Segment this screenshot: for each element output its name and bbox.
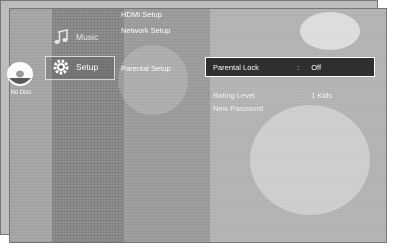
setting-label: New Password: [213, 104, 264, 113]
background-shape: [300, 12, 360, 50]
setting-value: 1 Kids: [311, 91, 333, 100]
setting-row-new-password[interactable]: New Password: [213, 104, 295, 113]
submenu-network-setup[interactable]: Network Setup: [121, 26, 170, 35]
setting-row-rating-level[interactable]: Rating Level : 1 Kids: [213, 91, 332, 100]
setting-label: Rating Level: [213, 91, 255, 100]
category-label: Music: [76, 32, 99, 42]
music-note-icon: [54, 29, 68, 44]
submenu-hdmi-setup[interactable]: HDMI Setup: [121, 10, 162, 19]
setting-separator: :: [297, 91, 300, 100]
submenu-column: [124, 9, 210, 242]
disc-column: [10, 9, 52, 242]
category-label: Setup: [76, 62, 99, 72]
setting-value: Off: [311, 63, 322, 72]
gear-icon: [53, 59, 69, 75]
submenu-parental-setup[interactable]: Parental Setup: [121, 64, 171, 73]
category-music[interactable]: Music: [52, 27, 98, 47]
category-setup[interactable]: Setup: [52, 57, 98, 77]
disc-status-label: No Disc: [10, 90, 32, 96]
setting-separator: :: [297, 63, 300, 72]
setting-label: Parental Lock: [213, 63, 259, 72]
background-shape: [250, 105, 370, 215]
background-shape: [118, 45, 188, 115]
scrollbar[interactable]: [387, 56, 391, 206]
setting-row-parental-lock[interactable]: Parental Lock : Off: [213, 63, 321, 72]
disc-icon: [7, 62, 33, 86]
